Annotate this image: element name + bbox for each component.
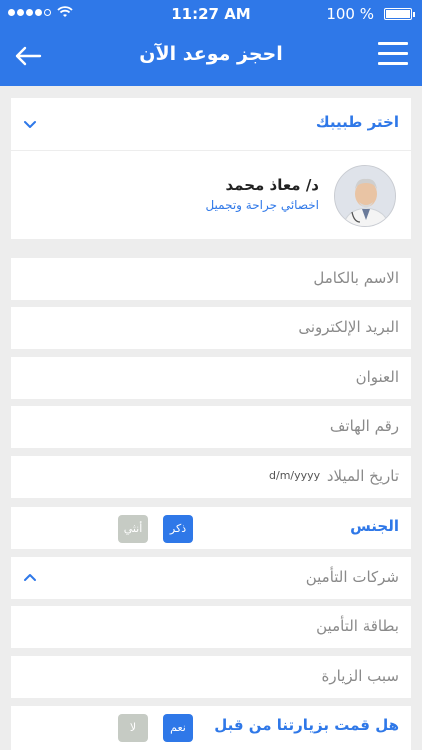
- address-placeholder: العنوان: [355, 368, 399, 386]
- visit-reason-placeholder: سبب الزيارة: [321, 667, 399, 685]
- doctor-select-dropdown[interactable]: اختر طبيبك: [11, 98, 411, 150]
- previous-visit-label: هل قمت بزيارتنا من قبل: [214, 716, 399, 734]
- birth-date-field[interactable]: تاريخ الميلاد d/m/yyyy: [11, 456, 411, 498]
- doctor-specialty: اخصائي جراحة وتجميل: [205, 198, 319, 212]
- page-title: احجز موعد الآن: [139, 43, 283, 65]
- birth-date-format: d/m/yyyy: [269, 469, 321, 482]
- insurance-companies-label: شركات التأمين: [305, 568, 399, 586]
- gender-label: الجنس: [350, 517, 399, 535]
- battery-icon: [384, 8, 415, 20]
- visit-reason-field[interactable]: سبب الزيارة: [11, 656, 411, 698]
- full-name-field[interactable]: الاسم بالكامل: [11, 258, 411, 300]
- email-placeholder: البريد الإلكترونى: [298, 318, 399, 336]
- doctor-name: د/ معاذ محمد: [225, 176, 319, 194]
- doctor-select-label: اختر طبيبك: [315, 113, 399, 131]
- insurance-companies-dropdown[interactable]: شركات التأمين: [11, 557, 411, 599]
- previous-visit-yes-button[interactable]: نعم: [163, 714, 193, 742]
- status-bar: 11:27 AM 100 %: [0, 0, 422, 26]
- doctor-avatar: [334, 165, 396, 227]
- birth-date-label: تاريخ الميلاد: [326, 467, 399, 485]
- full-name-placeholder: الاسم بالكامل: [313, 269, 399, 287]
- gender-male-button[interactable]: ذكر: [163, 515, 193, 543]
- phone-field[interactable]: رقم الهاتف: [11, 406, 411, 448]
- previous-visit-no-button[interactable]: لا: [118, 714, 148, 742]
- chevron-up-icon: [24, 574, 36, 581]
- phone-placeholder: رقم الهاتف: [329, 417, 399, 435]
- hamburger-menu-icon[interactable]: [378, 42, 408, 70]
- chevron-down-icon: [24, 121, 36, 128]
- address-field[interactable]: العنوان: [11, 357, 411, 399]
- insurance-card-field[interactable]: بطاقة التأمين: [11, 606, 411, 648]
- insurance-card-placeholder: بطاقة التأمين: [316, 617, 399, 635]
- email-field[interactable]: البريد الإلكترونى: [11, 307, 411, 349]
- battery-percent: 100 %: [326, 5, 374, 23]
- gender-female-button[interactable]: أنثي: [118, 515, 148, 543]
- nav-bar: احجز موعد الآن: [0, 26, 422, 86]
- doctor-card[interactable]: د/ معاذ محمد اخصائي جراحة وتجميل: [11, 151, 411, 239]
- previous-visit-field: هل قمت بزيارتنا من قبل نعم لا: [11, 706, 411, 750]
- gender-field: الجنس ذكر أنثي: [11, 507, 411, 549]
